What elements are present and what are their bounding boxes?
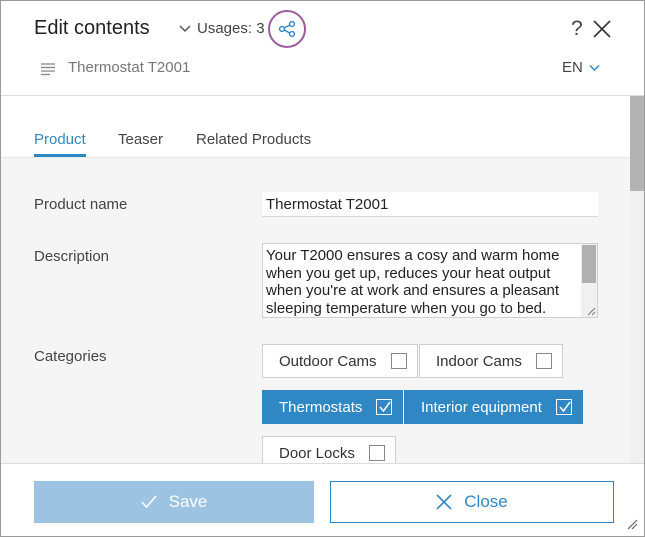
save-label: Save	[168, 492, 208, 511]
language-label: EN	[562, 59, 583, 76]
resize-grip-icon[interactable]	[626, 518, 638, 530]
resize-grip-icon[interactable]	[586, 306, 596, 316]
content-scroll-area: Product Teaser Related Products Product …	[1, 96, 630, 463]
usages-graph-button[interactable]	[268, 10, 306, 48]
tab-related-products[interactable]: Related Products	[196, 131, 311, 148]
product-name-label: Product name	[34, 196, 128, 213]
document-lines-icon	[41, 63, 55, 76]
category-label: Interior equipment	[421, 398, 542, 416]
main-scrollbar[interactable]	[630, 96, 644, 463]
close-button[interactable]: Close	[330, 481, 614, 523]
category-interior-equipment[interactable]: Interior equipment	[404, 390, 583, 424]
checkbox[interactable]	[555, 399, 572, 415]
category-label: Thermostats	[279, 398, 363, 416]
save-button[interactable]: Save	[34, 481, 314, 523]
share-graph-icon	[278, 20, 296, 38]
category-indoor-cams[interactable]: Indoor Cams	[419, 344, 563, 378]
check-icon	[379, 401, 391, 413]
description-label: Description	[34, 248, 110, 265]
usages-toggle[interactable]: Usages: 3	[179, 20, 265, 37]
category-label: Outdoor Cams	[279, 352, 377, 370]
product-name-input[interactable]	[262, 192, 598, 217]
dialog-footer: Save Close	[1, 463, 644, 536]
main-scroll-thumb[interactable]	[630, 96, 644, 191]
chevron-down-icon	[179, 24, 191, 32]
checkbox[interactable]	[390, 353, 407, 369]
language-selector[interactable]: EN	[562, 59, 600, 76]
category-label: Indoor Cams	[436, 352, 522, 370]
checkbox[interactable]	[368, 445, 385, 461]
checkbox[interactable]	[535, 353, 552, 369]
edit-contents-dialog: Edit contents Usages: 3 ? Thermostat T20…	[0, 0, 645, 537]
category-label: Door Locks	[279, 444, 355, 462]
check-icon	[559, 401, 571, 413]
close-icon	[436, 494, 452, 510]
description-textarea[interactable]: Your T2000 ensures a cosy and warm home …	[262, 243, 598, 318]
close-icon[interactable]	[592, 19, 612, 39]
close-label: Close	[464, 492, 508, 511]
checkbox[interactable]	[376, 399, 393, 415]
check-icon	[141, 495, 157, 509]
category-door-locks[interactable]: Door Locks	[262, 436, 396, 463]
description-text: Your T2000 ensures a cosy and warm home …	[266, 247, 560, 317]
dialog-title: Edit contents	[34, 17, 150, 39]
chevron-down-icon	[589, 64, 600, 71]
categories-label: Categories	[34, 348, 107, 365]
description-scroll-thumb[interactable]	[582, 245, 596, 283]
tab-bar: Product Teaser Related Products	[1, 96, 630, 158]
category-thermostats[interactable]: Thermostats	[262, 390, 404, 424]
category-outdoor-cams[interactable]: Outdoor Cams	[262, 344, 418, 378]
tab-teaser[interactable]: Teaser	[118, 131, 163, 148]
active-tab-indicator	[34, 154, 86, 157]
usages-label: Usages: 3	[197, 20, 265, 37]
help-button[interactable]: ?	[571, 17, 583, 41]
document-name: Thermostat T2001	[68, 59, 191, 76]
tab-product[interactable]: Product	[34, 131, 86, 148]
